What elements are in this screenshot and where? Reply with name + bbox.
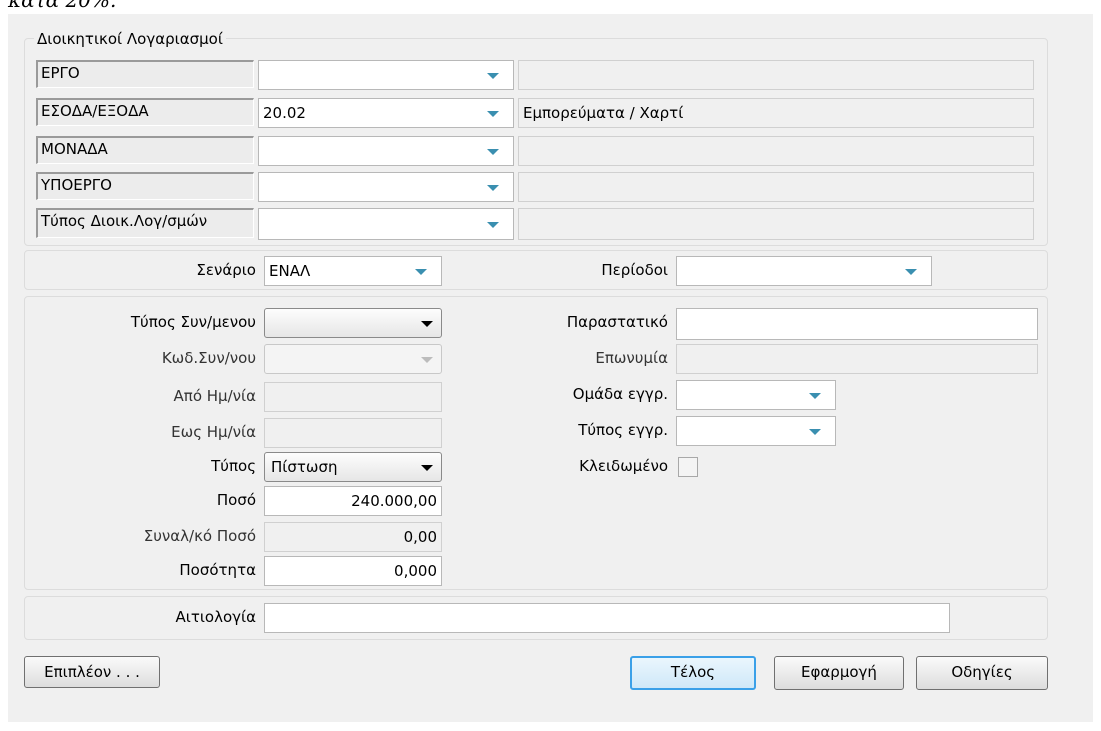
dropdown-arrow-icon[interactable] xyxy=(487,73,499,79)
entry-type-label: Τύπος εγγρ. xyxy=(578,421,668,439)
entity-code-label: Κωδ.Συν/νου xyxy=(161,349,256,367)
to-date-field xyxy=(264,418,442,448)
scenario-value: ΕΝΑΛ xyxy=(269,262,311,280)
account-label-unit: ΜΟΝΑΔΑ xyxy=(36,136,254,164)
entity-type-combo[interactable] xyxy=(264,308,442,338)
scenario-label: Σενάριο xyxy=(196,261,256,279)
periods-field[interactable] xyxy=(676,256,932,286)
entry-type-field[interactable] xyxy=(676,416,836,446)
chevron-down-icon[interactable] xyxy=(421,465,433,471)
scenario-field[interactable]: ΕΝΑΛ xyxy=(264,256,442,286)
quantity-field[interactable]: 0,000 xyxy=(264,556,442,586)
account-desc-project xyxy=(518,60,1034,90)
document-field[interactable] xyxy=(676,308,1038,340)
entity-type-label: Τύπος Συν/μενου xyxy=(130,313,256,331)
dropdown-arrow-icon[interactable] xyxy=(905,269,917,275)
dropdown-arrow-icon[interactable] xyxy=(487,149,499,155)
type-value: Πίστωση xyxy=(271,458,338,476)
account-desc-income-expense: Εμπορεύματα / Χαρτί xyxy=(518,98,1034,128)
type-label: Τύπος xyxy=(211,457,256,475)
account-code-value: 20.02 xyxy=(263,104,306,122)
type-combo[interactable]: Πίστωση xyxy=(264,452,442,482)
dropdown-arrow-icon[interactable] xyxy=(809,393,821,399)
locked-label: Κλειδωμένο xyxy=(579,457,668,475)
account-label-income-expense: ΕΣΟΔΑ/ΕΞΟΔΑ xyxy=(36,98,254,126)
account-code-subproject[interactable] xyxy=(258,172,514,202)
entity-code-combo[interactable] xyxy=(264,344,442,374)
top-text-fragment: κατά 20%. xyxy=(8,0,117,12)
periods-label: Περίοδοι xyxy=(601,261,668,279)
name-label: Επωνυμία xyxy=(595,349,668,367)
amount-field[interactable]: 240.000,00 xyxy=(264,486,442,516)
name-field xyxy=(676,344,1038,374)
more-button[interactable]: Επιπλέον . . . xyxy=(24,656,160,688)
account-desc-subproject xyxy=(518,172,1034,202)
document-label: Παραστατικό xyxy=(566,313,668,331)
amount-label: Ποσό xyxy=(216,491,256,509)
chevron-down-icon xyxy=(421,357,433,363)
admin-accounts-legend: Διοικητικοί Λογαριασμοί xyxy=(34,30,226,48)
account-label-account-type: Τύπος Διοικ.Λογ/σμών xyxy=(36,208,254,238)
apply-button[interactable]: Εφαρμογή xyxy=(774,656,904,690)
account-code-project[interactable] xyxy=(258,60,514,90)
account-code-unit[interactable] xyxy=(258,136,514,166)
dropdown-arrow-icon[interactable] xyxy=(487,185,499,191)
account-label-subproject: ΥΠΟΕΡΓΟ xyxy=(36,172,254,200)
reason-label: Αιτιολογία xyxy=(175,608,256,626)
dropdown-arrow-icon[interactable] xyxy=(487,111,499,117)
account-desc-unit xyxy=(518,136,1034,166)
locked-checkbox[interactable] xyxy=(678,457,698,477)
from-date-field xyxy=(264,382,442,412)
entry-group-label: Ομάδα εγγρ. xyxy=(572,385,668,403)
account-desc-account-type xyxy=(518,208,1034,240)
help-button[interactable]: Οδηγίες xyxy=(916,656,1048,690)
dropdown-arrow-icon[interactable] xyxy=(809,429,821,435)
quantity-label: Ποσότητα xyxy=(179,561,256,579)
account-label-project: ΕΡΓΟ xyxy=(36,60,254,88)
account-code-income-expense[interactable]: 20.02 xyxy=(258,98,514,128)
dropdown-arrow-icon[interactable] xyxy=(415,269,427,275)
to-date-label: Εως Ημ/νία xyxy=(171,423,256,441)
dropdown-arrow-icon[interactable] xyxy=(487,222,499,228)
ok-button[interactable]: Τέλος xyxy=(630,656,756,690)
entry-group-field[interactable] xyxy=(676,380,836,410)
fx-amount-label: Συναλ/κό Ποσό xyxy=(143,527,256,545)
reason-field[interactable] xyxy=(264,603,950,633)
fx-amount-field: 0,00 xyxy=(264,522,442,552)
account-code-account-type[interactable] xyxy=(258,208,514,240)
from-date-label: Από Ημ/νία xyxy=(173,387,256,405)
chevron-down-icon[interactable] xyxy=(421,321,433,327)
